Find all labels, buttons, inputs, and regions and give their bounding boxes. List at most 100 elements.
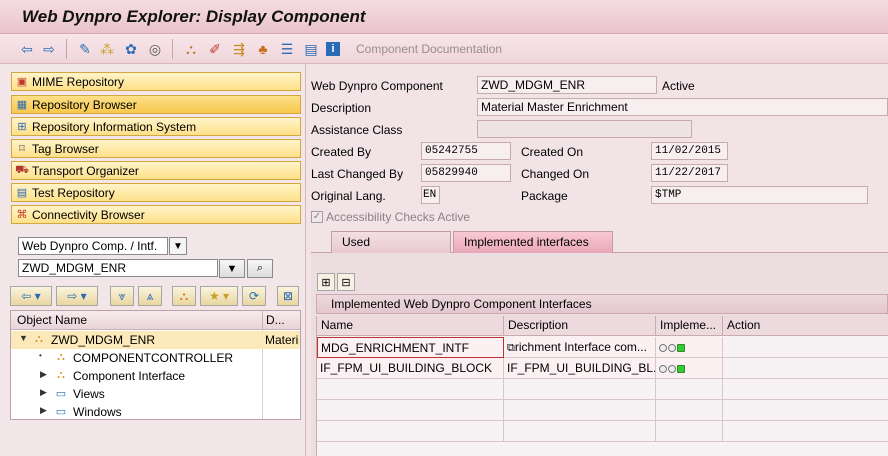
column-description[interactable]: Description (504, 316, 656, 336)
previous-object-icon[interactable]: ⇦ ▾ (10, 286, 52, 306)
accessibility-checks-checkbox[interactable]: ✓ Accessibility Checks Active (311, 210, 470, 224)
component-documentation-button[interactable]: Component Documentation (356, 42, 502, 56)
tree-row[interactable]: ▶ ▭ Windows (11, 403, 300, 421)
collapsed-arrow-icon[interactable]: ▶ (40, 405, 47, 416)
collapsed-arrow-icon[interactable]: ▶ (40, 387, 47, 398)
nav-mime-repository[interactable]: ▣ MIME Repository (11, 72, 301, 91)
object-name-input[interactable]: ZWD_MDGM_ENR (18, 259, 218, 277)
component-icon: ⛬ (35, 332, 43, 345)
tree-icon[interactable]: ♣ (254, 40, 272, 58)
expand-down-icon[interactable]: ⩔ (110, 286, 134, 306)
changed-on-field[interactable]: 11/22/2017 (651, 164, 728, 182)
tree-row[interactable]: • ⛬ COMPONENTCONTROLLER (11, 349, 300, 367)
nav-connectivity-browser[interactable]: ⌘ Connectivity Browser (11, 205, 301, 224)
description-field[interactable]: Material Master Enrichment (477, 98, 888, 116)
nav-transport-organizer[interactable]: ⛟ Transport Organizer (11, 161, 301, 180)
copy-icon[interactable]: ⧉ (507, 342, 515, 354)
empty-cell[interactable] (723, 421, 888, 442)
tab-implemented-interfaces[interactable]: Implemented interfaces (453, 231, 613, 253)
column-action[interactable]: Action (723, 316, 888, 336)
toolbar-separator (66, 39, 67, 59)
expanded-arrow-icon[interactable]: ▼ (19, 333, 28, 343)
interface-name-cell[interactable]: MDG_ENRICHMENT_INTF (317, 337, 504, 358)
interface-icon: ⛬ (57, 368, 65, 381)
tab-strip: Used Components Implemented interfaces (311, 231, 888, 269)
created-by-field[interactable]: 05242755 (421, 142, 511, 160)
changed-on-label: Changed On (521, 167, 590, 181)
connectivity-icon: ⌘ (16, 209, 28, 221)
component-name-field[interactable]: ZWD_MDGM_ENR (477, 76, 657, 94)
column-implementation[interactable]: Impleme... (656, 316, 723, 336)
nav-label: Transport Organizer (32, 163, 139, 178)
empty-cell[interactable] (723, 379, 888, 400)
test-repository-icon: ▤ (16, 187, 28, 199)
empty-cell[interactable] (504, 379, 656, 400)
close-icon[interactable]: ⊠ (277, 286, 299, 306)
column-name[interactable]: Name (317, 316, 504, 336)
package-field[interactable]: $TMP (651, 186, 868, 204)
empty-cell[interactable] (656, 421, 723, 442)
interface-name-cell[interactable]: IF_FPM_UI_BUILDING_BLOCK (317, 358, 504, 379)
assistance-class-field[interactable] (477, 120, 692, 138)
action-cell[interactable] (723, 358, 888, 379)
traffic-light-icon (659, 343, 685, 352)
last-changed-by-label: Last Changed By (311, 167, 404, 181)
repository-browser-icon: ▦ (16, 99, 28, 111)
hierarchy-icon[interactable]: ⛬ (172, 286, 196, 306)
nav-repository-information-system[interactable]: ⊞ Repository Information System (11, 117, 301, 136)
tree-row[interactable]: ▼ ⛬ ZWD_MDGM_ENR Materia (11, 331, 300, 349)
empty-cell[interactable] (656, 379, 723, 400)
other-object-icon[interactable]: ⁂ (98, 40, 116, 58)
component-label: Web Dynpro Component (311, 79, 443, 93)
mime-repository-icon: ▣ (16, 76, 28, 88)
move-icon[interactable]: ⇶ (230, 40, 248, 58)
object-type-select[interactable]: Web Dynpro Comp. / Intf. (18, 237, 168, 255)
delete-row-icon[interactable]: ⊟ (337, 273, 355, 291)
edit-icon[interactable]: ✐ (206, 40, 224, 58)
empty-cell[interactable] (317, 421, 504, 442)
refresh-icon[interactable]: ⟳ (242, 286, 266, 306)
empty-cell[interactable] (504, 400, 656, 421)
window-title: Web Dynpro Explorer: Display Component (22, 7, 366, 26)
next-object-icon[interactable]: ⇨ ▾ (56, 286, 98, 306)
action-cell[interactable] (723, 337, 888, 358)
tree-row[interactable]: ▶ ▭ Views (11, 385, 300, 403)
empty-cell[interactable] (723, 400, 888, 421)
nav-repository-browser[interactable]: ▦ Repository Browser (11, 95, 301, 114)
checkmark-icon[interactable]: ✓ (311, 211, 323, 223)
collapse-up-icon[interactable]: ⩓ (138, 286, 162, 306)
chevron-down-icon[interactable]: ▼ (169, 237, 187, 255)
toolbar-separator (172, 39, 173, 59)
original-language-label: Original Lang. (311, 189, 386, 203)
info-icon[interactable]: i (326, 42, 340, 56)
empty-cell[interactable] (317, 400, 504, 421)
favorites-star-icon[interactable]: ★ ▾ (200, 286, 238, 306)
activate-icon[interactable]: ✿ (122, 40, 140, 58)
original-language-field[interactable]: EN (421, 186, 440, 204)
nav-test-repository[interactable]: ▤ Test Repository (11, 183, 301, 202)
switch-edit-icon[interactable]: ✎ (76, 40, 94, 58)
column-object-name[interactable]: Object Name (17, 313, 87, 327)
display-object-list-icon[interactable]: ▤ (302, 40, 320, 58)
collapsed-arrow-icon[interactable]: ▶ (40, 369, 47, 380)
last-changed-by-field[interactable]: 05829940 (421, 164, 511, 182)
where-used-icon[interactable]: ◎ (146, 40, 164, 58)
hierarchy-icon[interactable]: ⛬ (182, 40, 200, 58)
column-description[interactable]: D... (266, 313, 285, 327)
created-on-field[interactable]: 11/02/2015 (651, 142, 728, 160)
empty-cell[interactable] (317, 379, 504, 400)
tree-row[interactable]: ▶ ⛬ Component Interface (11, 367, 300, 385)
back-arrow-icon[interactable]: ⇦ (18, 40, 36, 58)
empty-cell[interactable] (504, 421, 656, 442)
object-dropdown-button[interactable]: ▼ (219, 259, 245, 278)
forward-arrow-icon[interactable]: ⇨ (40, 40, 58, 58)
nav-label: MIME Repository (32, 74, 125, 89)
tree-row-label: ZWD_MDGM_ENR (51, 333, 155, 347)
display-object-button[interactable]: ⌕ (247, 259, 273, 278)
empty-cell[interactable] (656, 400, 723, 421)
tab-used-components[interactable]: Used Components (331, 231, 451, 269)
insert-row-icon[interactable]: ⊞ (317, 273, 335, 291)
tag-browser-icon: ⌑ (19, 143, 25, 155)
nav-tag-browser[interactable]: ⌑ Tag Browser (11, 139, 301, 158)
pretty-print-icon[interactable]: ☰ (278, 40, 296, 58)
